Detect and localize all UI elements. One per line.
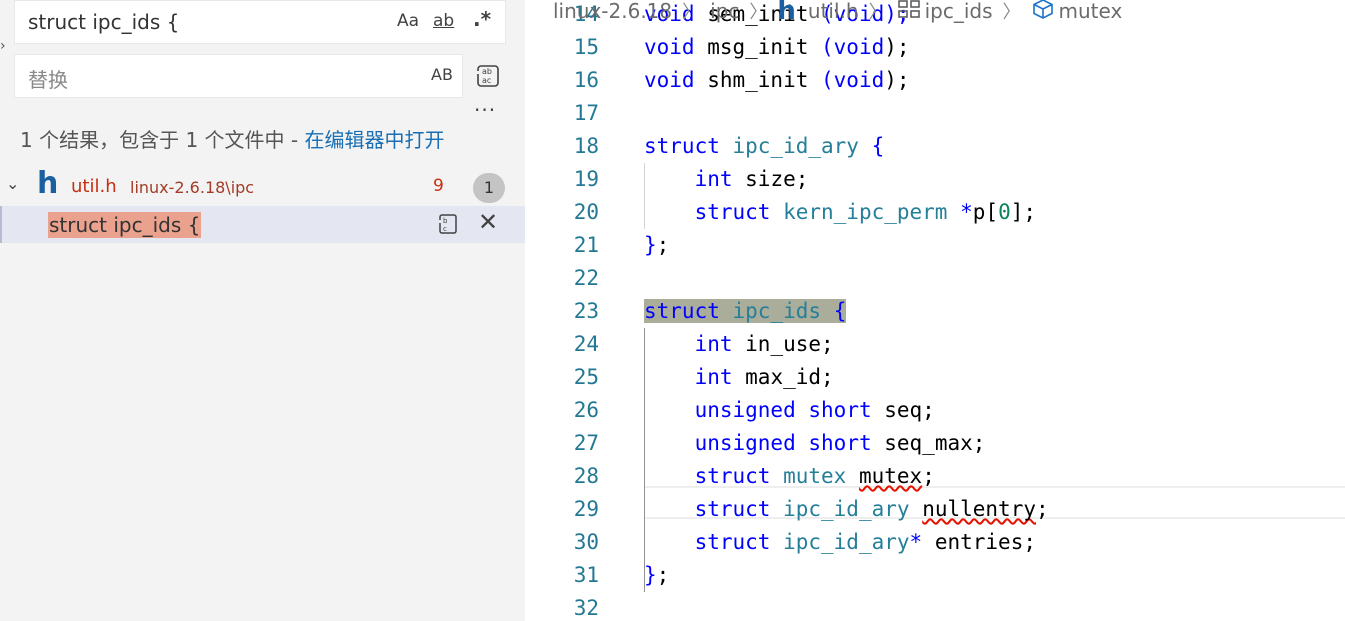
code-line[interactable]: 18 struct ipc_id_ary { xyxy=(525,130,1345,163)
code-line[interactable]: 23 struct ipc_ids { xyxy=(525,295,1345,328)
code-text: int in_use; xyxy=(694,332,834,356)
line-number: 30 xyxy=(573,530,599,554)
preserve-case-toggle[interactable]: AB xyxy=(431,65,453,84)
code-line[interactable]: 15 void msg_init (void); xyxy=(525,31,1345,64)
line-number: 24 xyxy=(573,332,599,356)
code-text: struct ipc_id_ary* entries; xyxy=(694,530,1036,554)
code-line[interactable]: 29 struct ipc_id_ary nullentry; xyxy=(525,493,1345,526)
svg-text:c: c xyxy=(443,225,447,233)
chevron-right-icon: 〉 xyxy=(1002,2,1021,23)
line-number: 20 xyxy=(573,200,599,224)
code-text: struct ipc_ids { xyxy=(644,299,847,323)
code-text: struct kern_ipc_perm *p[0]; xyxy=(694,200,1037,224)
problem-count: 9 xyxy=(433,176,444,196)
code-line[interactable]: 30 struct ipc_id_ary* entries; xyxy=(525,526,1345,559)
code-text: }; xyxy=(644,563,670,587)
result-match-row[interactable]: struct ipc_ids { b c ✕ xyxy=(0,206,525,243)
code-line[interactable]: 31}; xyxy=(525,559,1345,592)
line-number: 25 xyxy=(573,365,599,389)
search-sidebar: › struct ipc_ids { Aa ab .* 替换 AB ab ac … xyxy=(0,0,525,621)
code-text: struct ipc_id_ary { xyxy=(644,134,885,158)
results-summary-text: 1 个结果，包含于 1 个文件中 - xyxy=(20,128,305,152)
chevron-right-icon: 〉 xyxy=(682,2,701,23)
line-number: 22 xyxy=(573,266,599,290)
code-text: void msg_init (void); xyxy=(644,35,910,59)
breadcrumb-subfolder[interactable]: ipc xyxy=(710,0,739,23)
code-line[interactable]: 25 int max_id; xyxy=(525,361,1345,394)
toggle-replace-icon[interactable]: › xyxy=(0,36,10,56)
code-text: int size; xyxy=(694,167,809,191)
replace-input[interactable]: 替换 AB xyxy=(14,54,463,98)
replace-icon[interactable]: b c xyxy=(437,211,459,237)
code-line[interactable]: 27 unsigned short seq_max; xyxy=(525,427,1345,460)
match-case-toggle[interactable]: Aa xyxy=(397,11,419,31)
line-number: 19 xyxy=(573,167,599,191)
line-number: 18 xyxy=(573,134,599,158)
code-line[interactable]: 22 xyxy=(525,262,1345,295)
line-number: 27 xyxy=(573,431,599,455)
search-query-text: struct ipc_ids { xyxy=(28,10,180,34)
more-options-icon[interactable]: ··· xyxy=(474,98,496,122)
svg-text:ab: ab xyxy=(482,67,492,76)
c-header-file-icon: h xyxy=(37,166,59,201)
chevron-right-icon: 〉 xyxy=(868,2,887,23)
code-line[interactable]: 19 int size; xyxy=(525,163,1345,196)
c-header-file-icon: h xyxy=(777,0,796,26)
breadcrumb-file[interactable]: util.h xyxy=(808,0,859,23)
code-text: }; xyxy=(644,233,670,257)
line-number: 17 xyxy=(573,101,599,125)
line-number: 31 xyxy=(573,563,599,587)
breadcrumb-folder[interactable]: linux-2.6.18 xyxy=(553,0,672,23)
line-number: 26 xyxy=(573,398,599,422)
code-line[interactable]: 32 xyxy=(525,592,1345,621)
indent-guide xyxy=(644,163,645,229)
whole-word-toggle[interactable]: ab xyxy=(433,11,454,31)
line-number: 16 xyxy=(573,68,599,92)
chevron-right-icon: 〉 xyxy=(749,2,768,23)
code-text: unsigned short seq; xyxy=(694,398,935,422)
code-text: void shm_init (void); xyxy=(644,68,910,92)
code-text: int max_id; xyxy=(694,365,834,389)
chevron-down-icon[interactable]: ⌄ xyxy=(6,174,19,193)
line-number: 15 xyxy=(573,35,599,59)
replace-all-icon[interactable]: ab ac xyxy=(474,62,504,90)
result-file-name: util.h xyxy=(71,176,117,197)
code-text: unsigned short seq_max; xyxy=(694,431,986,455)
line-number: 23 xyxy=(573,299,599,323)
line-number: 32 xyxy=(573,596,599,620)
regex-toggle[interactable]: .* xyxy=(473,7,491,31)
result-file-row[interactable]: ⌄ h util.h linux-2.6.18\ipc 9 1 xyxy=(0,166,525,204)
svg-text:b: b xyxy=(443,217,448,225)
code-text: struct mutex mutex; xyxy=(694,464,935,488)
line-number: 29 xyxy=(573,497,599,521)
line-number: 21 xyxy=(573,233,599,257)
struct-icon xyxy=(897,0,921,24)
match-text: struct ipc_ids { xyxy=(48,212,202,238)
line-number: 28 xyxy=(573,464,599,488)
results-summary: 1 个结果，包含于 1 个文件中 - 在编辑器中打开 xyxy=(20,124,444,153)
code-editor[interactable]: 14 void sem_init (void); 15 void msg_init (… xyxy=(525,0,1345,621)
match-count-badge: 1 xyxy=(473,173,505,203)
indent-guide xyxy=(644,328,645,592)
code-text: struct ipc_id_ary nullentry; xyxy=(694,497,1049,521)
code-line[interactable]: 17 xyxy=(525,97,1345,130)
breadcrumb-struct[interactable]: ipc_ids xyxy=(925,0,993,23)
code-line[interactable]: 16 void shm_init (void); xyxy=(525,64,1345,97)
code-line[interactable]: 21}; xyxy=(525,229,1345,262)
open-in-editor-link[interactable]: 在编辑器中打开 xyxy=(304,128,444,152)
close-icon[interactable]: ✕ xyxy=(478,208,498,236)
code-line[interactable]: 24 int in_use; xyxy=(525,328,1345,361)
breadcrumb-field[interactable]: mutex xyxy=(1059,0,1123,23)
code-line[interactable]: 28 struct mutex mutex; xyxy=(525,460,1345,493)
replace-placeholder-text: 替换 xyxy=(28,68,68,92)
search-input[interactable]: struct ipc_ids { Aa ab .* xyxy=(14,0,506,44)
code-line[interactable]: 26 unsigned short seq; xyxy=(525,394,1345,427)
breadcrumb: linux-2.6.18 〉 ipc 〉 h util.h 〉 ipc_ids … xyxy=(553,0,1123,26)
result-file-path: linux-2.6.18\ipc xyxy=(130,178,255,197)
code-line[interactable]: 20 struct kern_ipc_perm *p[0]; xyxy=(525,196,1345,229)
field-cube-icon xyxy=(1031,0,1055,25)
svg-text:ac: ac xyxy=(482,76,491,85)
